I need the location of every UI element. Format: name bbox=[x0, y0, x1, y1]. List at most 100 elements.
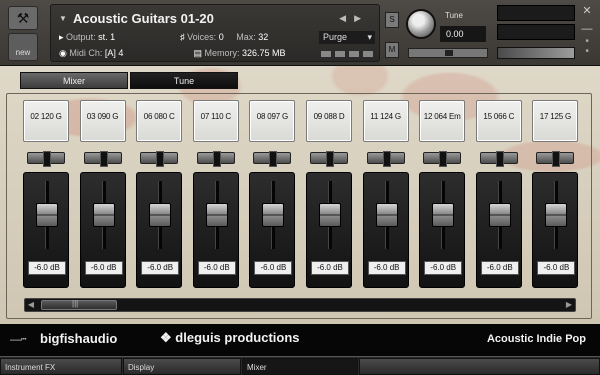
purge-label: Purge bbox=[323, 32, 348, 42]
channel-volume-readout: -6.0 dB bbox=[367, 261, 406, 275]
product-name: Acoustic Indie Pop bbox=[486, 333, 586, 345]
channel-name-button[interactable]: 03 090 G bbox=[79, 100, 126, 142]
info-row-midi: ◉ Midi Ch: [A] 4 ▤ Memory: 326.75 MB bbox=[59, 48, 286, 59]
wrench-icon[interactable]: ⚒ bbox=[8, 6, 38, 30]
level-meter-left bbox=[497, 5, 575, 21]
tab-bottom-mixer[interactable]: Mixer bbox=[242, 358, 358, 375]
channel-fader-housing: -6.0 dB bbox=[23, 172, 69, 288]
volume-fader-knob[interactable] bbox=[545, 203, 568, 227]
master-volume-slider[interactable] bbox=[497, 47, 575, 59]
channel-volume-readout: -6.0 dB bbox=[311, 261, 349, 275]
volume-fader-knob[interactable] bbox=[375, 203, 398, 227]
channel-name-button[interactable]: 09 088 D bbox=[306, 100, 352, 142]
mixer-panel: Mixer Tune 02 120 G -6.0 dB 03 090 G -6.0 d… bbox=[0, 66, 600, 324]
tune-knob[interactable] bbox=[406, 9, 436, 39]
memory-label: Memory: bbox=[204, 48, 240, 58]
volume-fader-knob[interactable] bbox=[205, 203, 228, 227]
bottom-tabbar: Instrument FX Display Mixer bbox=[0, 356, 600, 375]
midi-icon: ◉ bbox=[59, 48, 67, 58]
channel-pan-slider[interactable] bbox=[536, 151, 575, 167]
channel-name-button[interactable]: 06 080 C bbox=[136, 100, 183, 142]
dleguis-productions-logo: ❖ dleguis productions bbox=[160, 330, 300, 346]
channel-strip: 06 080 C -6.0 dB bbox=[136, 100, 183, 290]
channel-name-button[interactable]: 11 124 G bbox=[362, 100, 409, 142]
tab-display[interactable]: Display bbox=[123, 358, 241, 375]
tab-mixer[interactable]: Mixer bbox=[20, 72, 128, 89]
output-arrow-icon: ▸ bbox=[59, 32, 64, 42]
master-pan-slider[interactable] bbox=[408, 48, 488, 58]
channel-volume-readout: -6.0 dB bbox=[28, 261, 66, 275]
tune-label: Tune bbox=[445, 11, 463, 20]
tab-tune[interactable]: Tune bbox=[130, 72, 238, 89]
instrument-nav-arrows[interactable]: ◀▶ bbox=[339, 13, 369, 24]
voices-label: Voices: bbox=[187, 32, 217, 42]
channel-strip: 15 066 C -6.0 dB bbox=[475, 100, 522, 290]
channel-pan-slider[interactable] bbox=[253, 151, 292, 167]
channel-fader-housing: -6.0 dB bbox=[136, 172, 183, 288]
voices-value: 0 bbox=[218, 32, 224, 42]
channel-volume-readout: -6.0 dB bbox=[424, 261, 463, 275]
purge-dropdown[interactable]: Purge ▾ bbox=[319, 31, 375, 44]
channel-volume-readout: -6.0 dB bbox=[254, 261, 293, 275]
channel-volume-readout: -6.0 dB bbox=[537, 261, 576, 275]
scroll-right-icon[interactable]: ▶ bbox=[563, 299, 575, 311]
memory-icon: ▤ bbox=[193, 48, 202, 58]
instrument-info-panel: ▼ Acoustic Guitars 01-20 ◀▶ ▸ Output: st… bbox=[50, 4, 380, 62]
channel-pan-slider[interactable] bbox=[423, 151, 462, 167]
channel-pan-slider[interactable] bbox=[27, 151, 65, 167]
snapshot-new-button[interactable]: new bbox=[8, 33, 38, 61]
volume-fader-knob[interactable] bbox=[262, 203, 285, 227]
horizontal-scrollbar[interactable]: ◀ ▶ bbox=[24, 298, 576, 312]
midi-channel-value[interactable]: [A] 4 bbox=[105, 48, 124, 58]
channel-pan-slider[interactable] bbox=[196, 151, 235, 167]
channel-name-button[interactable]: 02 120 G bbox=[23, 100, 69, 142]
channel-pan-slider[interactable] bbox=[140, 151, 179, 167]
pv-toggle-icon[interactable]: ■ bbox=[578, 48, 596, 54]
channel-pan-slider[interactable] bbox=[479, 151, 518, 167]
channel-name-button[interactable]: 07 110 C bbox=[192, 100, 239, 142]
max-voices-value[interactable]: 32 bbox=[258, 32, 268, 42]
tab-instrument-fx[interactable]: Instrument FX bbox=[0, 358, 122, 375]
dleguis-logo-text: dleguis productions bbox=[175, 330, 300, 345]
channel-name-button[interactable]: 17 125 G bbox=[532, 100, 579, 142]
instrument-header: ⚒ new ▼ Acoustic Guitars 01-20 ◀▶ ▸ Outp… bbox=[0, 0, 600, 66]
instrument-title[interactable]: Acoustic Guitars 01-20 bbox=[73, 11, 214, 26]
channel-fader-housing: -6.0 dB bbox=[249, 172, 296, 288]
volume-fader-knob[interactable] bbox=[432, 203, 455, 227]
channel-fader-housing: -6.0 dB bbox=[419, 172, 466, 288]
expand-arrow-icon[interactable]: ▼ bbox=[59, 14, 67, 23]
solo-button[interactable]: S bbox=[385, 12, 399, 28]
mute-button[interactable]: M bbox=[385, 42, 399, 58]
channel-pan-slider[interactable] bbox=[83, 151, 122, 167]
volume-fader-knob[interactable] bbox=[488, 203, 511, 227]
scroll-thumb[interactable] bbox=[41, 299, 117, 310]
channel-name-button[interactable]: 08 097 G bbox=[249, 100, 296, 142]
tune-value-display[interactable]: 0.00 bbox=[440, 26, 486, 42]
channel-pan-slider[interactable] bbox=[310, 151, 348, 167]
channel-name-button[interactable]: 12 064 Em bbox=[419, 100, 466, 142]
channel-fader-housing: -6.0 dB bbox=[532, 172, 579, 288]
volume-fader-knob[interactable] bbox=[92, 203, 115, 227]
volume-fader-knob[interactable] bbox=[149, 203, 172, 227]
midi-channel-label: Midi Ch: bbox=[69, 48, 103, 58]
scroll-left-icon[interactable]: ◀ bbox=[25, 299, 37, 311]
chevron-down-icon: ▾ bbox=[367, 32, 372, 42]
channel-fader-housing: -6.0 dB bbox=[192, 172, 239, 288]
minimize-icon[interactable]: — bbox=[580, 22, 594, 36]
aux-toggle-icon[interactable]: ■ bbox=[578, 38, 596, 44]
purge-meter bbox=[321, 51, 373, 57]
channel-fader-housing: -6.0 dB bbox=[362, 172, 409, 288]
bigfishaudio-logo: bigfishaudio bbox=[40, 331, 118, 346]
volume-fader-knob[interactable] bbox=[36, 203, 58, 227]
dleguis-logo-icon: ❖ bbox=[160, 330, 176, 345]
volume-fader-knob[interactable] bbox=[319, 203, 341, 227]
output-value[interactable]: st. 1 bbox=[98, 32, 115, 42]
channel-name-button[interactable]: 15 066 C bbox=[475, 100, 522, 142]
voices-icon: ♯ bbox=[180, 32, 185, 42]
channel-volume-readout: -6.0 dB bbox=[84, 261, 123, 275]
channel-volume-readout: -6.0 dB bbox=[197, 261, 236, 275]
bottom-tab-spacer bbox=[359, 358, 600, 375]
channel-pan-slider[interactable] bbox=[366, 151, 405, 167]
close-icon[interactable]: ✕ bbox=[580, 4, 594, 18]
level-meter-right bbox=[497, 24, 575, 40]
